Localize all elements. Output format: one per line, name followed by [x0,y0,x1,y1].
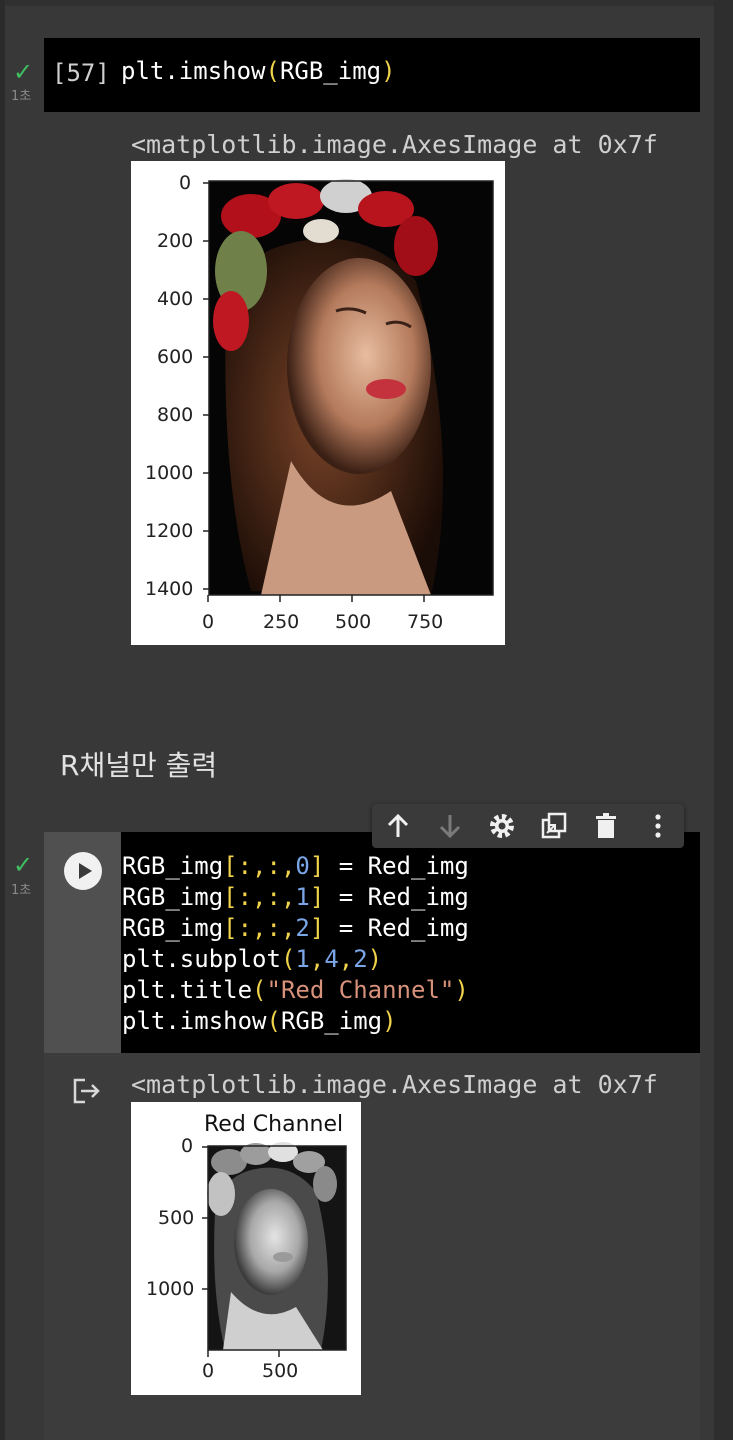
plot-canvas [202,1142,347,1357]
arrow-down-icon[interactable] [434,810,466,842]
x-tick-marks [207,595,425,602]
x-tick-label: 250 [263,611,300,633]
code-line[interactable]: RGB_img[:,:,2] = Red_img [122,913,469,944]
run-cell-button[interactable] [64,852,102,890]
y-tick-label: 600 [157,346,194,368]
trash-icon[interactable] [590,810,622,842]
code-line[interactable]: plt.subplot(1,4,2) [122,944,469,975]
code-line[interactable]: RGB_img[:,:,0] = Red_img [122,851,469,882]
arrow-up-icon[interactable] [382,810,414,842]
code-line[interactable]: plt.imshow(RGB_img) [122,1006,469,1037]
image-plot: 0 200 400 600 800 1000 1200 1400 0 250 5… [131,161,505,645]
face-shape [287,258,431,474]
code-editor[interactable]: [57] plt.imshow(RGB_img) [44,38,700,112]
gear-icon[interactable] [486,810,518,842]
lips-shape [273,1252,293,1262]
y-tick-label: 1000 [146,1278,195,1300]
output-text: <matplotlib.image.AxesImage at 0x7f [131,130,658,159]
y-tick-label: 200 [157,230,194,252]
code-editor[interactable]: RGB_img[:,:,0] = Red_img RGB_img[:,:,1] … [121,832,700,1053]
y-tick-label: 1000 [145,462,194,484]
x-tick-label: 0 [202,611,215,633]
code-line[interactable]: plt.imshow(RGB_img) [121,56,396,87]
exec-time: 1초 [11,883,32,898]
exec-count: [57] [52,59,110,87]
output-text: <matplotlib.image.AxesImage at 0x7f [131,1070,658,1099]
mirror-cell-icon[interactable] [538,810,570,842]
code-line[interactable]: RGB_img[:,:,1] = Red_img [122,882,469,913]
x-tick-label: 0 [202,1360,215,1382]
markdown-text[interactable]: R채널만 출력 [60,744,217,784]
top-edge [0,0,733,6]
play-icon [79,863,92,879]
y-tick-label: 0 [179,172,192,194]
y-tick-label: 400 [157,288,194,310]
x-tick-marks [207,1350,280,1357]
face-shape [234,1189,308,1295]
more-vert-icon[interactable] [642,810,674,842]
y-tick-label: 500 [158,1207,195,1229]
x-tick-label: 500 [335,611,372,633]
lips-shape [366,379,406,399]
output-redirect-icon[interactable] [71,1076,101,1106]
y-tick-label: 1400 [145,578,194,600]
success-check-icon: ✓ [13,851,34,879]
image-plot: Red Channel 0 500 1000 0 500 [131,1102,361,1395]
left-rail [0,0,5,1440]
cell-toolbar [372,804,684,848]
code-line[interactable]: plt.title("Red Channel") [122,975,469,1006]
y-tick-marks [202,1146,208,1290]
y-tick-marks [203,182,209,590]
x-tick-label: 750 [407,611,444,633]
x-tick-label: 500 [262,1360,299,1382]
exec-time: 1초 [11,89,32,104]
y-tick-label: 0 [181,1135,194,1157]
scrollbar-track[interactable] [714,0,733,1440]
y-tick-label: 1200 [145,520,194,542]
success-check-icon: ✓ [13,58,34,86]
y-tick-label: 800 [157,404,194,426]
